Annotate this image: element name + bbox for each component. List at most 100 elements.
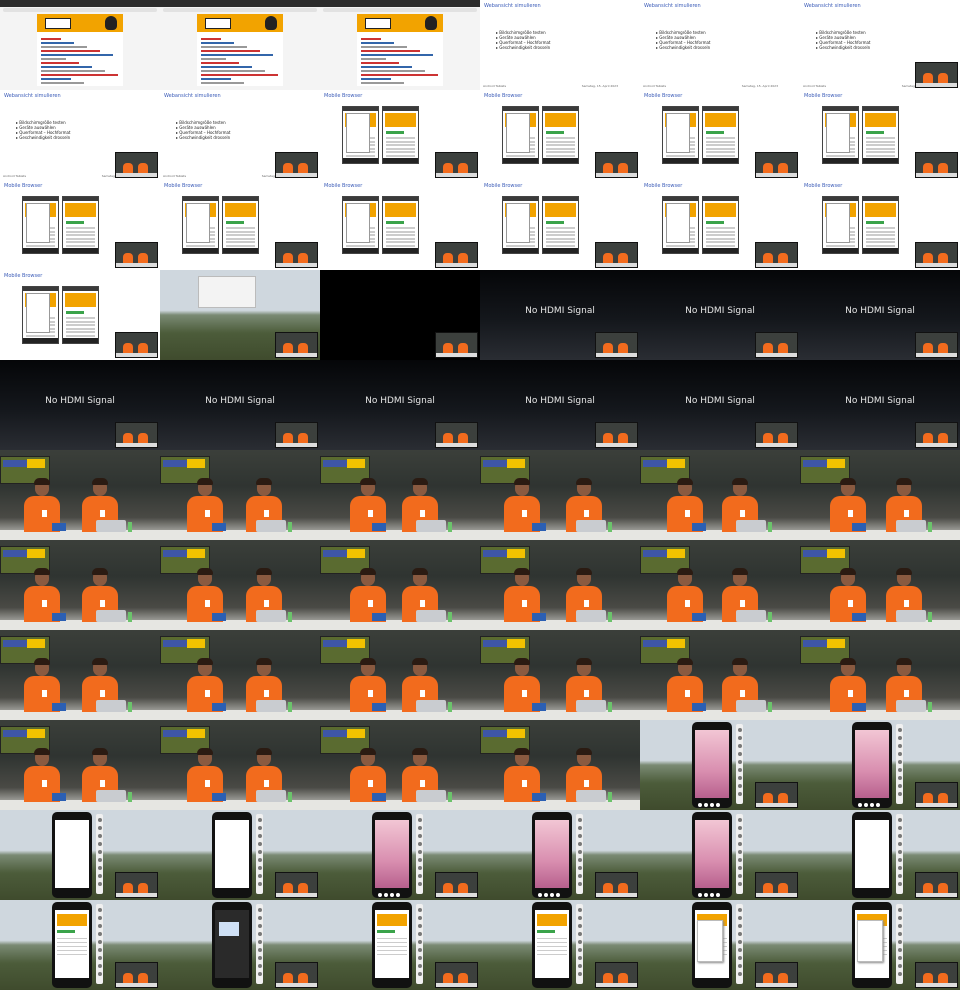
webcam-inset bbox=[595, 242, 638, 268]
no-hdmi-signal-text: No HDMI Signal bbox=[845, 396, 915, 406]
no-hdmi-signal-text: No HDMI Signal bbox=[685, 306, 755, 316]
toolbar-icon bbox=[737, 972, 742, 976]
emulator-screen bbox=[695, 820, 729, 888]
toolbar-icon bbox=[897, 972, 902, 976]
toolbar-icon bbox=[897, 850, 902, 854]
frame-slide-mobile: Mobile Browser bbox=[640, 90, 800, 180]
green-heading bbox=[57, 930, 75, 933]
status-bar bbox=[663, 197, 698, 201]
hair bbox=[197, 748, 213, 755]
text-lines bbox=[537, 938, 567, 958]
hair bbox=[576, 658, 592, 665]
status-bar bbox=[23, 197, 58, 201]
toolbar-icon bbox=[97, 972, 102, 976]
desk bbox=[276, 443, 317, 447]
device-box bbox=[852, 613, 866, 621]
device-box bbox=[532, 793, 546, 801]
list-row bbox=[866, 154, 895, 157]
name-badge bbox=[584, 690, 589, 697]
toolbar-icon bbox=[737, 948, 742, 952]
webcam-inset bbox=[275, 242, 318, 268]
hair bbox=[34, 478, 50, 485]
slide-title: Mobile Browser bbox=[644, 93, 683, 99]
nav-bar bbox=[503, 158, 538, 163]
app-icon bbox=[876, 803, 880, 807]
hair bbox=[412, 478, 428, 485]
emulator-toolbar bbox=[896, 814, 903, 894]
toolbar-icon bbox=[257, 818, 262, 822]
device-box bbox=[372, 613, 386, 621]
list-row bbox=[546, 147, 575, 150]
frame-stage bbox=[0, 450, 160, 540]
list-row bbox=[706, 227, 735, 229]
frame-emu-white bbox=[0, 810, 160, 900]
toolbar-icon bbox=[257, 866, 262, 870]
water-bottle bbox=[608, 792, 612, 802]
browser-menu bbox=[506, 203, 530, 243]
status-bar bbox=[503, 197, 538, 201]
bullet-list: ▸ Bildschirmgröße testen ▸ Geräte auswähl… bbox=[496, 30, 551, 50]
dialog bbox=[219, 922, 239, 936]
toolbar-icon bbox=[737, 768, 742, 772]
android-emulator bbox=[852, 812, 892, 898]
frame-nosignal: No HDMI Signal bbox=[640, 360, 800, 450]
toolbar-icon bbox=[97, 924, 102, 928]
web-page bbox=[197, 14, 283, 86]
android-emulator bbox=[52, 902, 92, 988]
frame-stage bbox=[320, 720, 480, 810]
toolbar-icon bbox=[577, 866, 582, 870]
water-bottle bbox=[768, 522, 772, 532]
site-banner bbox=[377, 914, 407, 926]
green-heading bbox=[66, 221, 84, 224]
laptop bbox=[896, 520, 926, 532]
browser-menu bbox=[857, 920, 883, 962]
no-hdmi-signal-text: No HDMI Signal bbox=[845, 306, 915, 316]
banner-logo bbox=[27, 729, 45, 738]
webcam-inset bbox=[435, 422, 478, 448]
browser-menu bbox=[346, 203, 370, 243]
list-row bbox=[866, 234, 895, 236]
toolbar-icon bbox=[257, 924, 262, 928]
desk bbox=[116, 893, 157, 897]
green-heading bbox=[377, 930, 395, 933]
name-badge bbox=[740, 600, 745, 607]
site-banner bbox=[385, 203, 416, 217]
status-bar bbox=[503, 107, 538, 111]
phone-screenshot bbox=[502, 196, 539, 254]
device-box bbox=[52, 793, 66, 801]
device-box bbox=[372, 793, 386, 801]
hair bbox=[92, 748, 108, 755]
status-bar bbox=[63, 287, 98, 291]
toolbar-icon bbox=[97, 908, 102, 912]
browser-menu bbox=[26, 203, 50, 243]
text-line bbox=[361, 78, 391, 80]
list-row bbox=[866, 151, 895, 153]
phone-screenshot bbox=[702, 106, 739, 164]
frame-emu-site bbox=[0, 900, 160, 990]
list-row bbox=[66, 327, 95, 330]
list-row bbox=[706, 230, 735, 233]
toolbar-icon bbox=[257, 964, 262, 968]
browser-menu bbox=[666, 113, 690, 153]
toolbar-icon bbox=[897, 940, 902, 944]
slide-title: Webansicht simulieren bbox=[644, 3, 701, 9]
name-badge bbox=[368, 510, 373, 517]
toolbar-icon bbox=[897, 924, 902, 928]
name-badge bbox=[42, 510, 47, 517]
desk bbox=[756, 893, 797, 897]
desk bbox=[756, 443, 797, 447]
status-bar bbox=[343, 197, 378, 201]
list-row bbox=[546, 151, 575, 153]
hair bbox=[514, 568, 530, 575]
desk bbox=[596, 173, 637, 177]
emulator-screen bbox=[855, 820, 889, 888]
site-banner bbox=[865, 203, 896, 217]
desk bbox=[916, 353, 957, 357]
name-badge bbox=[264, 780, 269, 787]
list-row bbox=[546, 144, 575, 146]
name-badge bbox=[522, 780, 527, 787]
text-line bbox=[41, 70, 105, 72]
desk bbox=[916, 443, 957, 447]
toolbar-icon bbox=[97, 940, 102, 944]
banner-logo bbox=[827, 459, 845, 468]
